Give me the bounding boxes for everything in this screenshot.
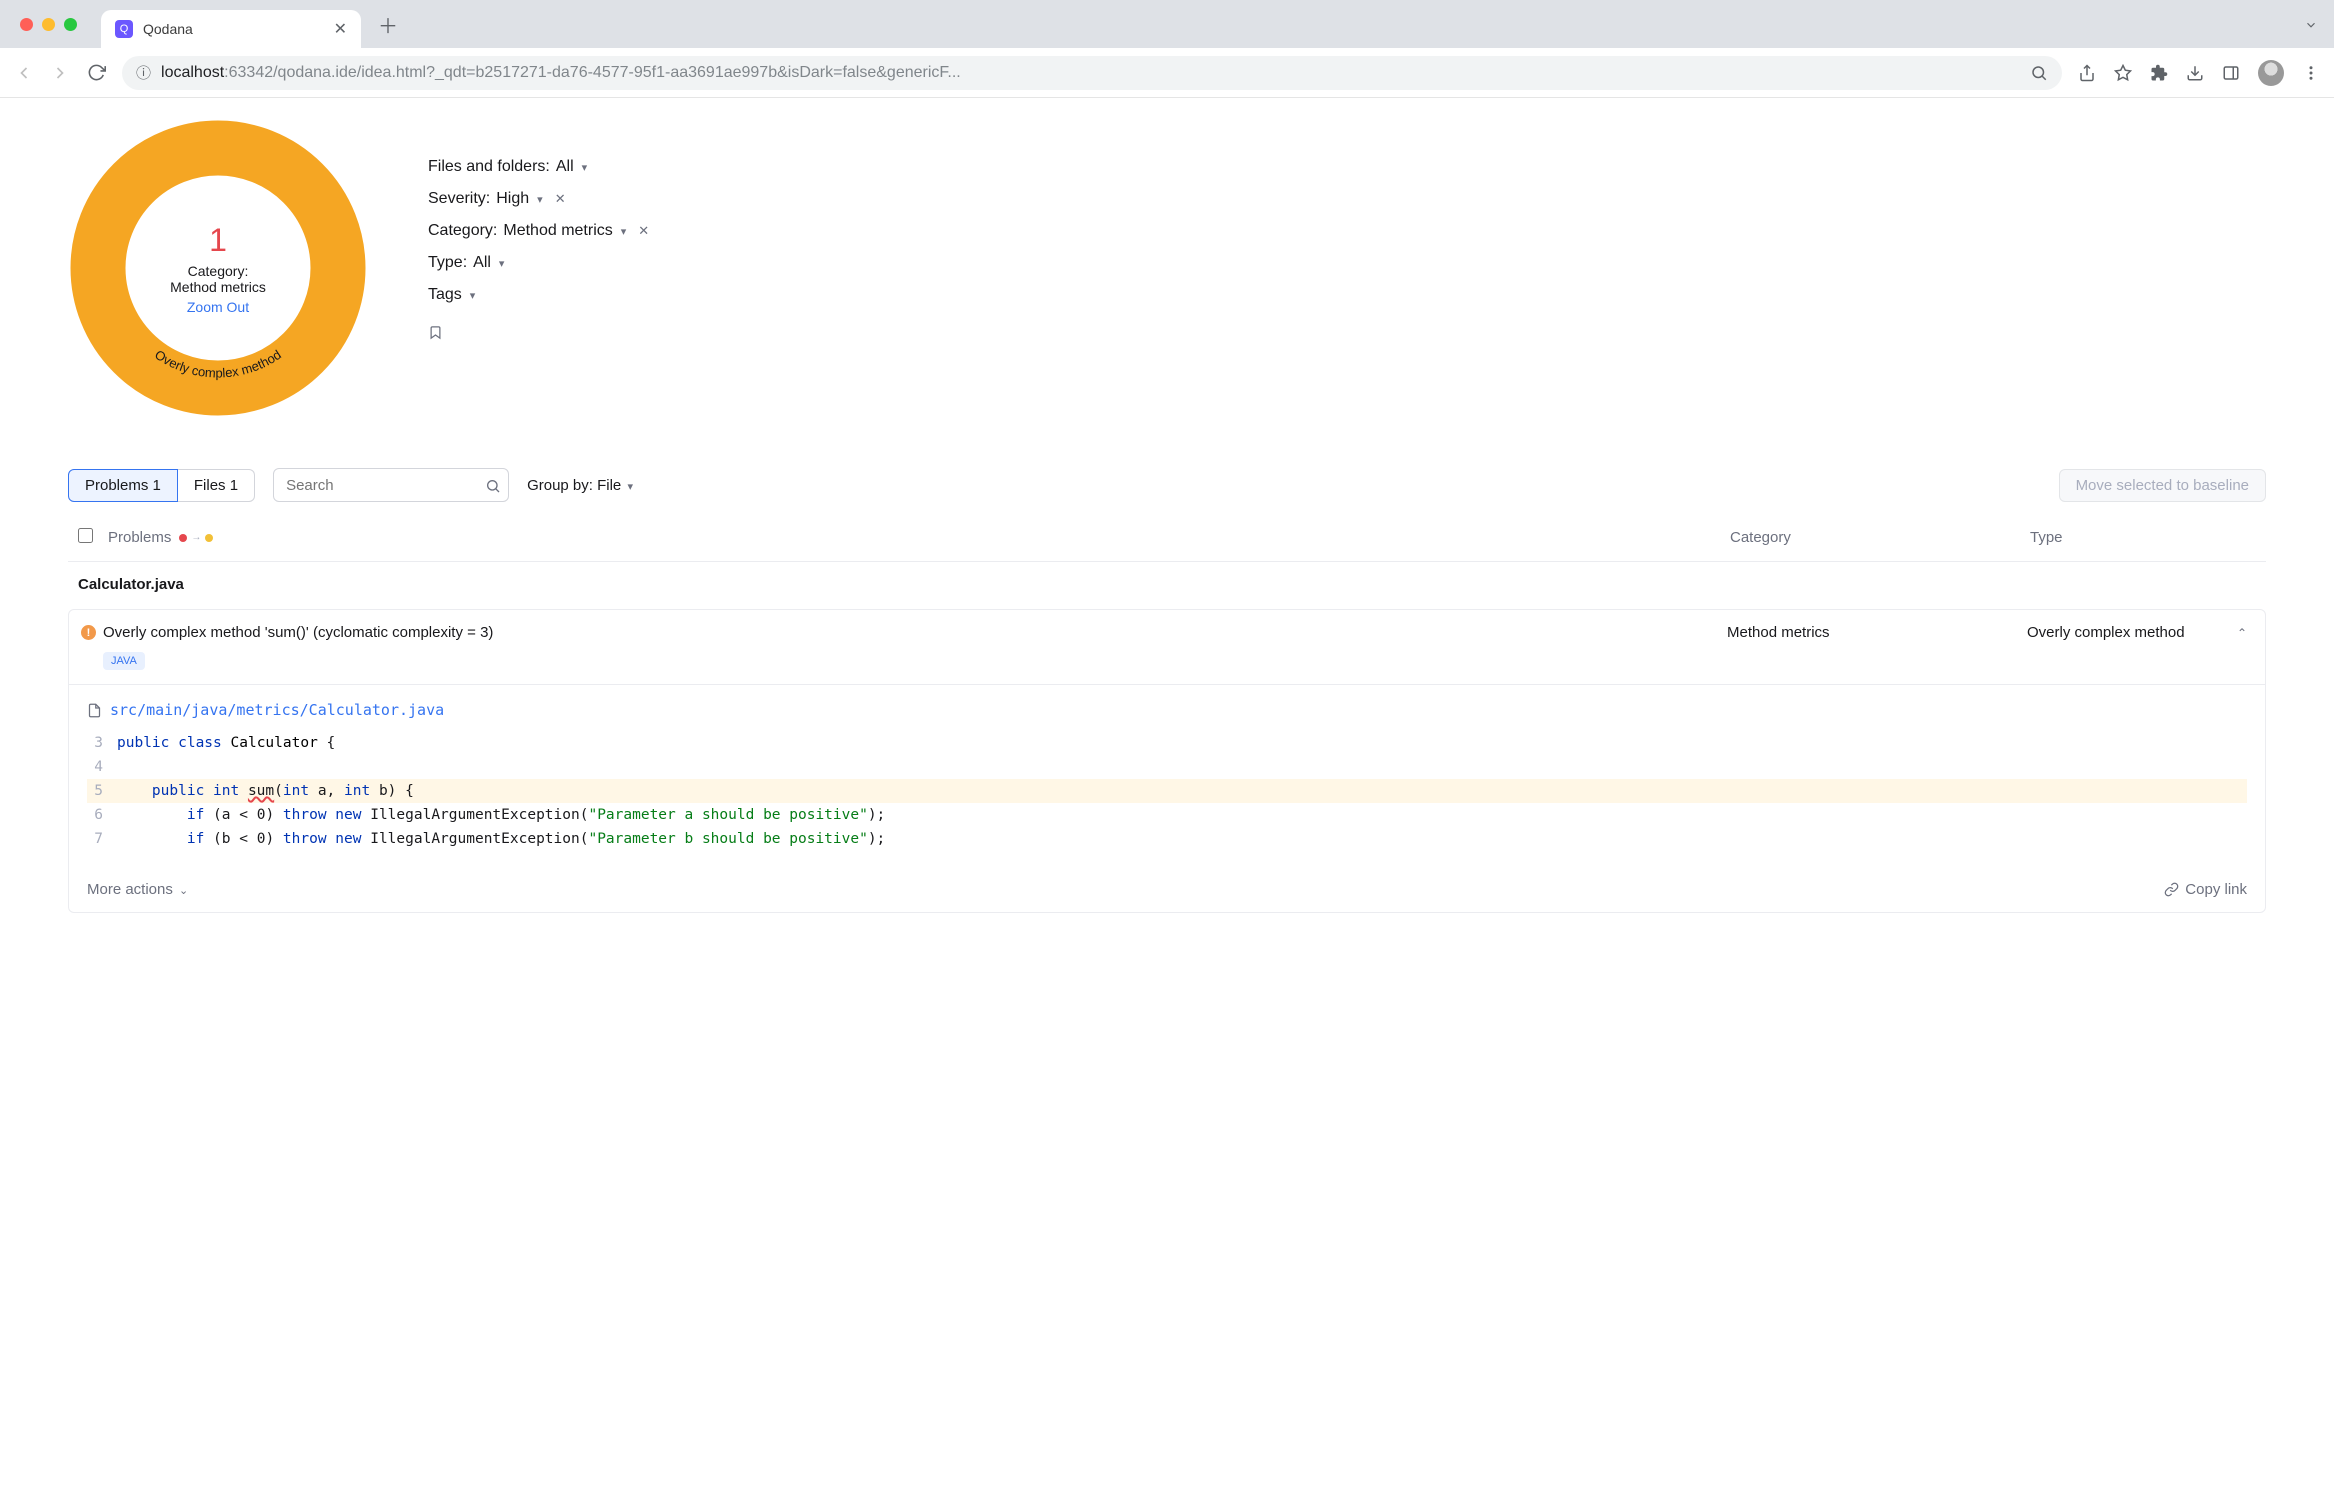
problems-toolbar: Problems 1 Files 1 Group by: File ▾ Move… xyxy=(68,468,2266,502)
minimize-window-button[interactable] xyxy=(42,18,55,31)
close-tab-icon[interactable]: ✕ xyxy=(334,19,347,39)
url-text: localhost:63342/qodana.ide/idea.html?_qd… xyxy=(161,64,2020,82)
bookmark-icon[interactable] xyxy=(428,324,649,342)
filter-tags[interactable]: Tags ▾ xyxy=(428,286,649,304)
address-bar[interactable]: ⓘ localhost:63342/qodana.ide/idea.html?_… xyxy=(122,56,2062,90)
browser-chrome: Q Qodana ✕ ＋ ⓘ localhost:63342/qodana.id… xyxy=(0,0,2334,98)
filter-severity[interactable]: Severity: High ▾ ✕ xyxy=(428,190,649,208)
new-tab-button[interactable]: ＋ xyxy=(373,9,403,39)
browser-tab[interactable]: Q Qodana ✕ xyxy=(101,10,361,48)
search-input-wrapper xyxy=(273,468,509,502)
file-path-link[interactable]: src/main/java/metrics/Calculator.java xyxy=(87,701,2247,719)
tab-bar: Q Qodana ✕ ＋ xyxy=(0,0,2334,48)
file-group-header[interactable]: Calculator.java xyxy=(68,562,2266,603)
tab-group: Problems 1 Files 1 xyxy=(68,469,255,502)
tab-problems[interactable]: Problems 1 xyxy=(68,469,178,502)
chevron-down-icon: ▾ xyxy=(582,161,588,174)
tab-files[interactable]: Files 1 xyxy=(178,469,255,502)
forward-button[interactable] xyxy=(50,63,70,83)
donut-center: 1 Category: Method metrics Zoom Out xyxy=(170,222,266,315)
table-header: Problems → Category Type xyxy=(68,512,2266,562)
page-content: 1 Category: Method metrics Zoom Out Over… xyxy=(0,98,2334,953)
column-problems: Problems xyxy=(108,529,171,546)
issue-tags: JAVA xyxy=(69,647,2265,684)
toolbar-icons xyxy=(2078,60,2320,86)
extensions-icon[interactable] xyxy=(2150,63,2168,81)
issue-body: src/main/java/metrics/Calculator.java 3p… xyxy=(69,684,2265,867)
filter-category[interactable]: Category: Method metrics ▾ ✕ xyxy=(428,222,649,240)
issue-category: Method metrics xyxy=(1727,624,2027,641)
clear-filter-icon[interactable]: ✕ xyxy=(638,223,649,239)
issue-card: Overly complex method 'sum()' (cyclomati… xyxy=(68,609,2266,913)
window-controls xyxy=(20,18,77,31)
filter-type[interactable]: Type: All ▾ xyxy=(428,254,649,272)
language-tag: JAVA xyxy=(103,652,145,670)
site-info-icon[interactable]: ⓘ xyxy=(136,62,151,83)
issue-title: Overly complex method 'sum()' (cyclomati… xyxy=(103,624,1727,641)
close-window-button[interactable] xyxy=(20,18,33,31)
tabs-dropdown-icon[interactable] xyxy=(2304,16,2318,32)
chevron-down-icon: ▾ xyxy=(499,257,505,270)
profile-avatar[interactable] xyxy=(2258,60,2284,86)
chevron-down-icon: ▾ xyxy=(537,193,543,206)
zoom-icon[interactable] xyxy=(2030,63,2048,81)
chevron-down-icon: ▾ xyxy=(621,225,627,238)
issue-footer: More actions ⌄ Copy link xyxy=(69,867,2265,912)
issue-type: Overly complex method xyxy=(2027,624,2227,641)
select-all-checkbox[interactable] xyxy=(78,528,93,543)
chevron-down-icon: ▾ xyxy=(627,481,633,493)
sidepanel-icon[interactable] xyxy=(2222,63,2240,81)
move-to-baseline-button[interactable]: Move selected to baseline xyxy=(2059,469,2266,502)
chevron-down-icon: ▾ xyxy=(470,289,476,302)
file-icon xyxy=(87,701,102,719)
group-by-dropdown[interactable]: Group by: File ▾ xyxy=(527,477,633,494)
menu-icon[interactable] xyxy=(2302,63,2320,81)
browser-toolbar: ⓘ localhost:63342/qodana.ide/idea.html?_… xyxy=(0,48,2334,98)
collapse-icon[interactable]: ⌃ xyxy=(2227,626,2247,640)
donut-category-label: Category: Method metrics xyxy=(170,263,266,295)
copy-link-button[interactable]: Copy link xyxy=(2164,881,2247,898)
more-actions-dropdown[interactable]: More actions ⌄ xyxy=(87,881,188,898)
downloads-icon[interactable] xyxy=(2186,63,2204,81)
issue-row[interactable]: Overly complex method 'sum()' (cyclomati… xyxy=(69,610,2265,647)
bookmark-star-icon[interactable] xyxy=(2114,63,2132,81)
back-button[interactable] xyxy=(14,63,34,83)
search-input[interactable] xyxy=(286,477,485,494)
share-icon[interactable] xyxy=(2078,63,2096,81)
tab-title: Qodana xyxy=(143,21,324,37)
warning-icon xyxy=(81,625,96,640)
reload-button[interactable] xyxy=(86,63,106,82)
column-type: Type xyxy=(2030,529,2256,546)
code-snippet: 3public class Calculator {45 public int … xyxy=(87,731,2247,851)
qodana-favicon-icon: Q xyxy=(115,20,133,38)
issue-count: 1 xyxy=(170,222,266,259)
filters-panel: Files and folders: All ▾ Severity: High … xyxy=(428,118,649,418)
zoom-out-link[interactable]: Zoom Out xyxy=(170,299,266,315)
search-icon xyxy=(485,476,501,493)
column-category: Category xyxy=(1730,529,2030,546)
maximize-window-button[interactable] xyxy=(64,18,77,31)
filter-files[interactable]: Files and folders: All ▾ xyxy=(428,158,649,176)
sunburst-chart[interactable]: 1 Category: Method metrics Zoom Out Over… xyxy=(68,118,368,418)
severity-indicator-icon: → xyxy=(179,532,213,543)
clear-filter-icon[interactable]: ✕ xyxy=(555,191,566,207)
